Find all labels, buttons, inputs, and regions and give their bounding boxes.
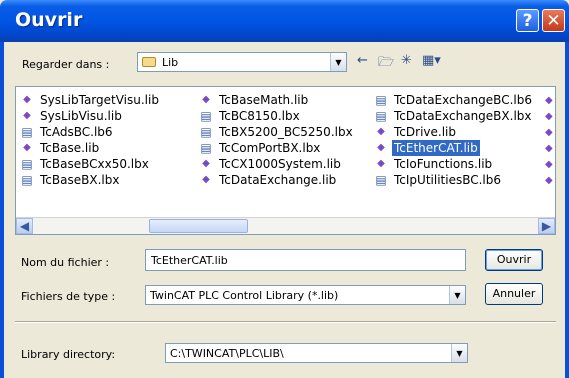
chevron-down-icon[interactable]: ▼: [451, 344, 467, 362]
window-border-left: [0, 42, 4, 378]
filename-input[interactable]: TcEtherCAT.lib: [145, 249, 466, 271]
help-button[interactable]: ?: [516, 9, 539, 32]
library-file-icon: [545, 93, 555, 107]
horizontal-scrollbar[interactable]: ◀ ▶: [16, 217, 555, 234]
file-name: TcCX1000System.lib: [219, 157, 341, 171]
file-name: TcBX5200_BC5250.lbx: [219, 125, 353, 139]
chevron-down-icon[interactable]: ▼: [330, 53, 346, 71]
document-file-icon: [20, 173, 34, 187]
lookin-combo[interactable]: Lib ▼: [137, 52, 347, 72]
library-file-icon: [20, 93, 34, 107]
libdir-label: Library directory:: [21, 348, 116, 361]
scroll-thumb[interactable]: [149, 219, 248, 233]
filetype-label: Fichiers de type :: [21, 290, 116, 303]
back-arrow-icon[interactable]: ←: [357, 53, 368, 68]
open-button[interactable]: Ouvrir: [485, 249, 543, 271]
title-bar: Ouvrir ? ✕: [0, 0, 569, 42]
library-file-icon: [374, 125, 388, 139]
document-file-icon: [199, 141, 213, 155]
library-file-icon: [374, 157, 388, 171]
filename-label: Nom du fichier :: [21, 256, 110, 269]
library-file-icon: [545, 109, 555, 123]
library-file-icon: [545, 141, 555, 155]
file-name: SysLibVisu.lib: [40, 109, 122, 123]
chevron-down-icon[interactable]: ▼: [449, 286, 465, 304]
document-file-icon: [199, 109, 213, 123]
new-folder-icon[interactable]: ✳: [401, 53, 412, 68]
window-title: Ouvrir: [15, 9, 83, 31]
file-name: TcEtherCAT.lib: [392, 140, 480, 156]
libdir-value: C:\TWINCAT\PLC\LIB\: [170, 347, 284, 360]
file-name: TcIoFunctions.lib: [394, 157, 493, 171]
file-name: SysLibTargetVisu.lib: [40, 93, 159, 107]
cancel-button[interactable]: Annuler: [485, 283, 543, 305]
file-list[interactable]: SysLibTargetVisu.lib SysLibVisu.lib TcAdsB…: [15, 86, 556, 235]
libdir-combo[interactable]: C:\TWINCAT\PLC\LIB\ ▼: [165, 343, 468, 363]
up-folder-icon[interactable]: 🗁: [378, 53, 394, 75]
file-name: TcBaseMath.lib: [219, 93, 309, 107]
scroll-right-arrow-icon[interactable]: ▶: [538, 218, 555, 234]
file-name: TcAdsBC.lb6: [40, 125, 113, 139]
file-name: TcDataExchangeBX.lbx: [394, 109, 532, 123]
library-file-icon: [199, 93, 213, 107]
library-file-icon: [199, 173, 213, 187]
close-button[interactable]: ✕: [542, 9, 565, 32]
window-border-right: [565, 42, 569, 378]
scroll-left-arrow-icon[interactable]: ◀: [16, 218, 33, 234]
library-file-icon: [545, 157, 555, 171]
file-name: TcDataExchangeBC.lb6: [394, 93, 532, 107]
document-file-icon: [20, 157, 34, 171]
file-name: TcDataExchange.lib: [219, 173, 337, 187]
document-file-icon: [374, 173, 388, 187]
file-name: TcBaseBX.lbx: [40, 173, 120, 187]
library-file-icon: [20, 141, 34, 155]
document-file-icon: [20, 125, 34, 139]
file-name: TcBase.lib: [40, 141, 100, 155]
lookin-value: Lib: [162, 56, 179, 69]
library-file-icon: [545, 173, 555, 187]
separator: [15, 321, 556, 323]
library-file-icon: [545, 125, 555, 139]
document-file-icon: [374, 109, 388, 123]
library-file-icon: [20, 109, 34, 123]
filename-value: TcEtherCAT.lib: [151, 254, 228, 267]
file-name: TcBaseBCxx50.lbx: [40, 157, 149, 171]
filetype-combo[interactable]: TwinCAT PLC Control Library (*.lib) ▼: [145, 285, 466, 305]
document-file-icon: [199, 125, 213, 139]
lookin-label: Regarder dans :: [22, 58, 110, 71]
library-file-icon: [374, 141, 388, 155]
file-name: TcDrive.lib: [394, 125, 456, 139]
file-name: TcIpUtilitiesBC.lb6: [394, 173, 502, 187]
folder-icon: [142, 57, 156, 67]
file-name: TcComPortBX.lbx: [219, 141, 321, 155]
document-file-icon: [374, 93, 388, 107]
library-file-icon: [199, 157, 213, 171]
filetype-value: TwinCAT PLC Control Library (*.lib): [150, 289, 339, 302]
file-name: TcBC8150.lbx: [219, 109, 300, 123]
view-menu-icon[interactable]: ▦▾: [422, 53, 441, 68]
